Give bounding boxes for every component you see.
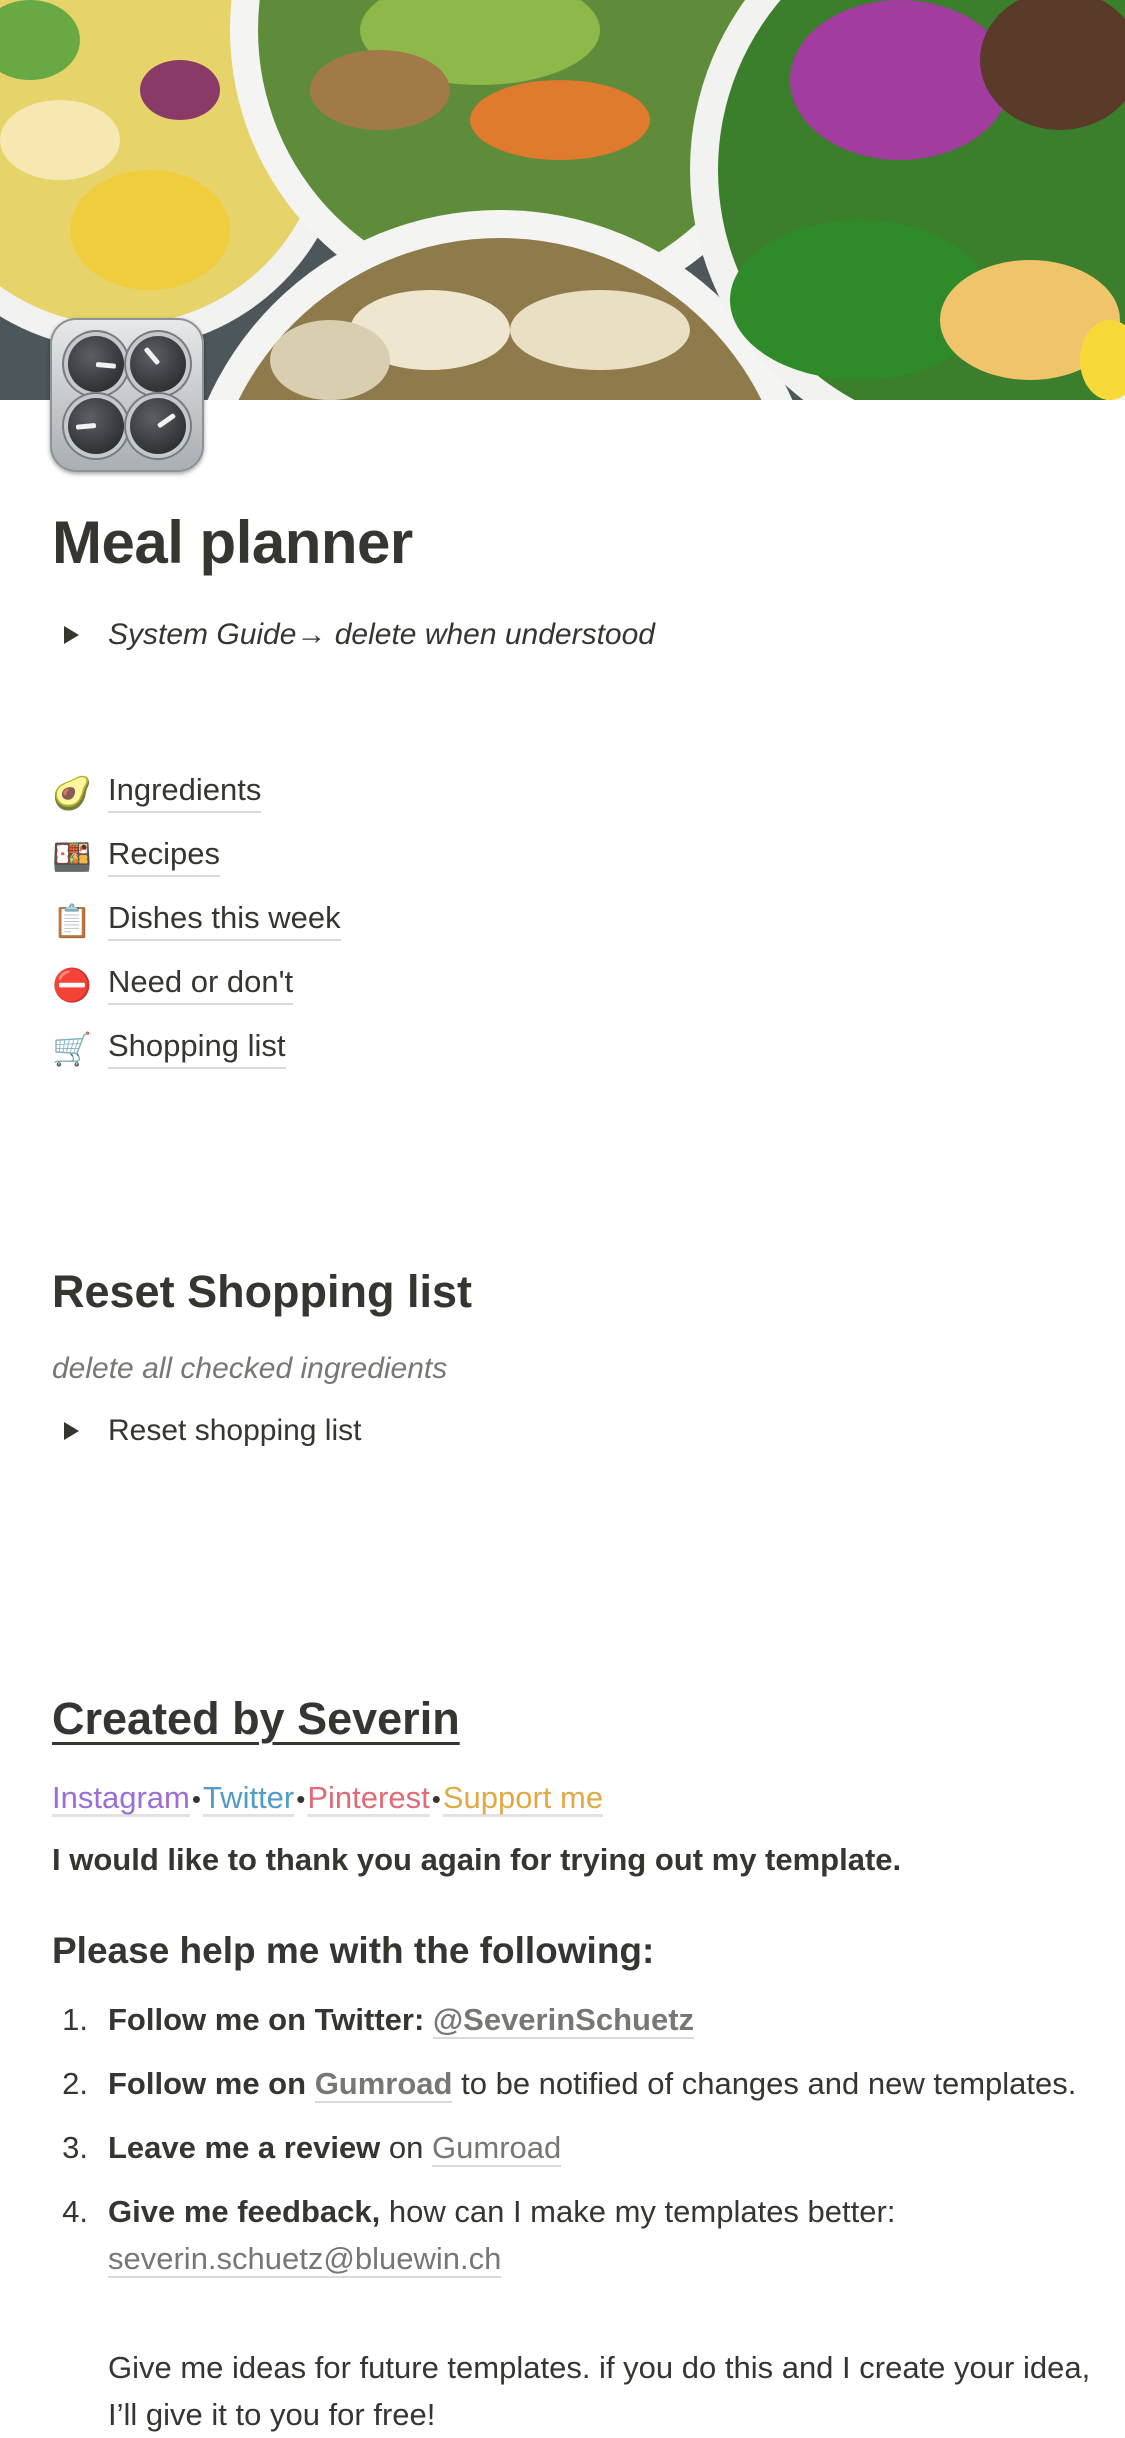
triangle-right-icon[interactable] [64, 1422, 79, 1440]
list-item-bold: Follow me on Twitter: [108, 2002, 425, 2037]
separator: • [296, 1784, 306, 1814]
no-entry-icon: ⛔ [52, 966, 92, 1003]
toggle-label: System Guide→ delete when understood [108, 618, 655, 651]
page-link-label[interactable]: Dishes this week [108, 900, 341, 941]
list-item-bold: Follow me on [108, 2066, 307, 2101]
page-link-dishes-this-week[interactable]: 📋 Dishes this week [52, 900, 341, 941]
system-guide-toggle[interactable]: System Guide→ delete when understood [52, 618, 655, 652]
page-link-label[interactable]: Shopping list [108, 1028, 286, 1069]
bento-box-icon: 🍱 [52, 838, 92, 875]
page-title[interactable]: Meal planner [52, 508, 413, 577]
knob-icon [68, 336, 124, 392]
list-item-bold: Give me feedback, [108, 2194, 381, 2229]
list-item-mid: on [388, 2130, 424, 2165]
list-item[interactable]: 3. Leave me a review on Gumroad [52, 2124, 1082, 2171]
page-link-need-or-dont[interactable]: ⛔ Need or don't [52, 964, 294, 1005]
list-item[interactable]: 4. Give me feedback, how can I make my t… [52, 2188, 1082, 2282]
list-item-bold: Leave me a review [108, 2130, 381, 2165]
page-link-shopping-list[interactable]: 🛒 Shopping list [52, 1028, 286, 1069]
list-item[interactable]: 1. Follow me on Twitter: @SeverinSchuetz [52, 1996, 1082, 2043]
list-number: 4. [62, 2194, 88, 2229]
reset-shopping-list-toggle[interactable]: Reset shopping list [52, 1414, 361, 1448]
help-heading[interactable]: Please help me with the following: [52, 1930, 654, 1972]
gumroad-link[interactable]: Gumroad [432, 2130, 562, 2167]
list-number: 3. [62, 2130, 88, 2165]
list-number: 1. [62, 2002, 88, 2037]
support-me-link[interactable]: Support me [443, 1780, 603, 1816]
page-link-label[interactable]: Need or don't [108, 964, 294, 1005]
list-item[interactable]: 2. Follow me on Gumroad to be notified o… [52, 2060, 1082, 2107]
list-item-text: Leave me a review on Gumroad [108, 2124, 1082, 2171]
knob-icon [130, 336, 186, 392]
triangle-right-icon[interactable] [64, 626, 79, 644]
gumroad-link[interactable]: Gumroad [314, 2066, 453, 2103]
page-link-label[interactable]: Recipes [108, 836, 220, 877]
list-item-text: Give me feedback, how can I make my temp… [108, 2188, 1082, 2282]
clipboard-icon: 📋 [52, 902, 92, 939]
help-list: 1. Follow me on Twitter: @SeverinSchuetz… [52, 1996, 1082, 2299]
avocado-icon: 🥑 [52, 774, 92, 811]
page-link-recipes[interactable]: 🍱 Recipes [52, 836, 220, 877]
social-links: Instagram • Twitter • Pinterest • Suppor… [52, 1780, 603, 1816]
list-item-rest: how can I make my templates better: [388, 2194, 896, 2229]
pinterest-link[interactable]: Pinterest [307, 1780, 429, 1816]
separator: • [431, 1784, 441, 1814]
creator-heading[interactable]: Created by Severin [52, 1693, 460, 1745]
list-item-text: Follow me on Gumroad to be notified of c… [108, 2060, 1082, 2107]
shopping-cart-icon: 🛒 [52, 1030, 92, 1067]
reset-description[interactable]: delete all checked ingredients [52, 1352, 447, 1386]
twitter-link[interactable]: Twitter [203, 1780, 294, 1816]
toggle-label: Reset shopping list [108, 1414, 362, 1447]
instagram-link[interactable]: Instagram [52, 1780, 190, 1816]
list-item-text: Follow me on Twitter: @SeverinSchuetz [108, 1996, 1082, 2043]
list-number: 2. [62, 2066, 88, 2101]
separator: • [191, 1784, 201, 1814]
control-knobs-icon[interactable] [50, 318, 204, 472]
page-link-label[interactable]: Ingredients [108, 772, 262, 813]
list-item-rest: to be notified of changes and new templa… [461, 2066, 1077, 2101]
email-link[interactable]: severin.schuetz@bluewin.ch [108, 2241, 502, 2278]
page-link-ingredients[interactable]: 🥑 Ingredients [52, 772, 262, 813]
ideas-text[interactable]: Give me ideas for future templates. if y… [108, 2344, 1108, 2438]
knob-icon [130, 398, 186, 454]
knob-icon [68, 398, 124, 454]
reset-section-heading[interactable]: Reset Shopping list [52, 1266, 472, 1318]
thanks-text[interactable]: I would like to thank you again for tryi… [52, 1842, 901, 1878]
twitter-handle-link[interactable]: @SeverinSchuetz [432, 2002, 695, 2039]
